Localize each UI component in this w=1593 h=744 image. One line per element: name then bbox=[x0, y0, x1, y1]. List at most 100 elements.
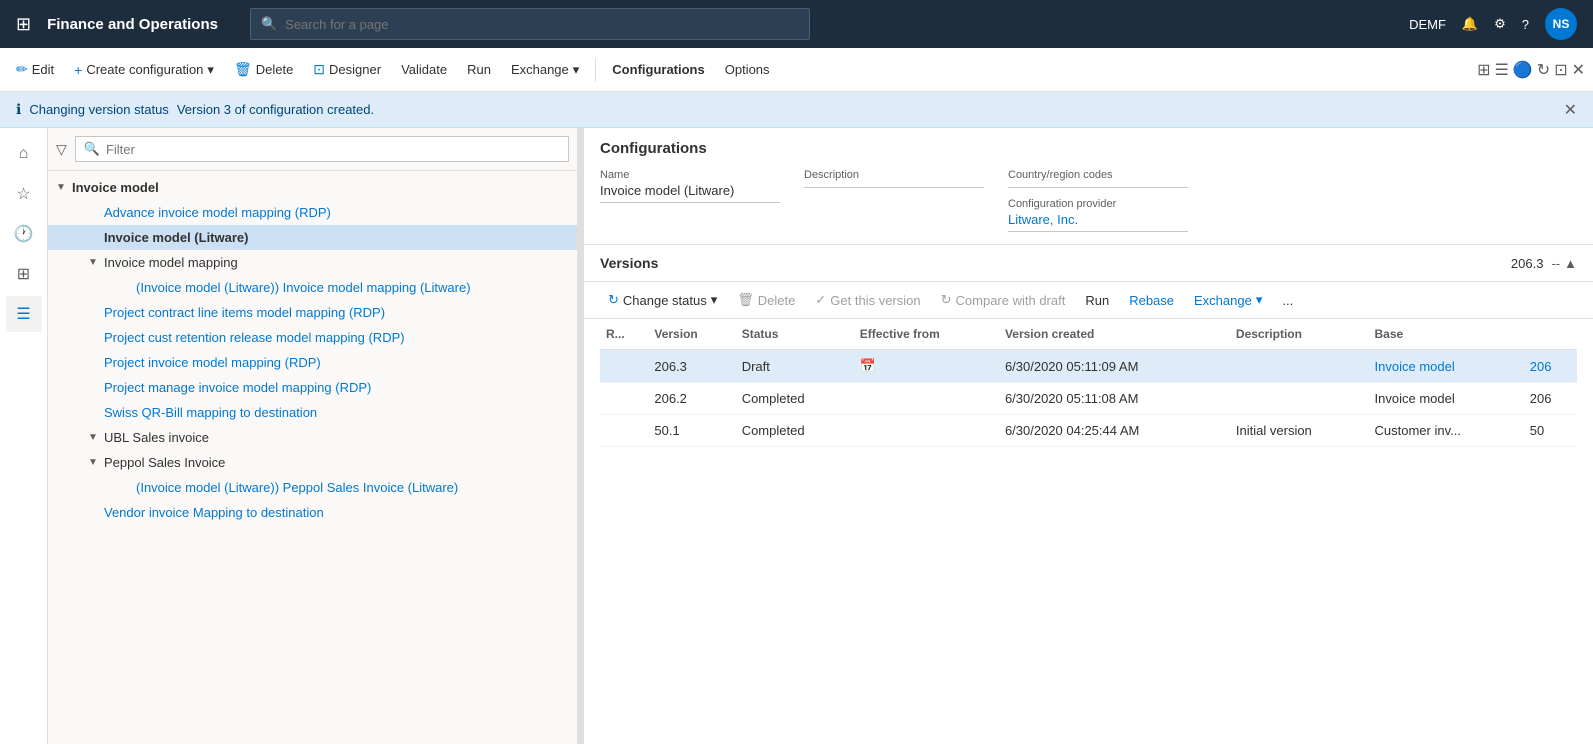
tree-filter-area: ▽ 🔍 bbox=[48, 128, 577, 171]
tree-item-invoice-model[interactable]: ▼ Invoice model bbox=[48, 175, 577, 200]
config-fields: Name Invoice model (Litware) Description… bbox=[600, 169, 1577, 232]
version-nav: -- ▲ bbox=[1551, 256, 1577, 271]
tree-item-advance-inv[interactable]: Advance invoice model mapping (RDP) bbox=[48, 200, 577, 225]
config-provider-label: Configuration provider bbox=[1008, 198, 1188, 210]
versions-delete-icon: 🗑 bbox=[737, 292, 754, 308]
avatar[interactable]: NS bbox=[1545, 8, 1577, 40]
table-row[interactable]: 50.1 Completed 6/30/2020 04:25:44 AM Ini… bbox=[600, 415, 1577, 447]
refresh-icon[interactable]: ↻ bbox=[1537, 60, 1550, 80]
recent-icon[interactable]: 🕐 bbox=[6, 216, 42, 252]
change-status-arrow: ▾ bbox=[711, 292, 718, 308]
workspace-icon[interactable]: ⊞ bbox=[6, 256, 42, 292]
pin-icon[interactable]: ⊞ bbox=[1477, 60, 1490, 80]
version-nav-up-icon[interactable]: ▲ bbox=[1564, 256, 1577, 271]
info-bar: ℹ Changing version status Version 3 of c… bbox=[0, 92, 1593, 128]
change-status-button[interactable]: ↻ Change status ▾ bbox=[600, 288, 725, 312]
tree-item-ubl-sales[interactable]: ▼ UBL Sales invoice bbox=[48, 425, 577, 450]
badge-icon[interactable]: 🔵 bbox=[1513, 60, 1533, 80]
tree-item-project-manage[interactable]: Project manage invoice model mapping (RD… bbox=[48, 375, 577, 400]
expand-icon[interactable]: ☰ bbox=[1495, 60, 1509, 80]
list-icon[interactable]: ☰ bbox=[6, 296, 42, 332]
toggle-inv-model-mapping[interactable]: ▼ bbox=[88, 257, 100, 268]
app-title: Finance and Operations bbox=[47, 16, 218, 33]
version-number: 206.3 bbox=[1511, 256, 1544, 271]
exchange-arrow-icon: ▾ bbox=[573, 62, 580, 78]
tree-item-inv-litware-mapping[interactable]: (Invoice model (Litware)) Invoice model … bbox=[48, 275, 577, 300]
table-row[interactable]: 206.2 Completed 6/30/2020 05:11:08 AM In… bbox=[600, 383, 1577, 415]
more-options-button[interactable]: ... bbox=[1274, 289, 1301, 312]
versions-header: Versions 206.3 -- ▲ bbox=[584, 245, 1593, 282]
create-config-button[interactable]: + Create configuration ▾ bbox=[66, 58, 222, 82]
tree-item-peppol-sales[interactable]: ▼ Peppol Sales Invoice bbox=[48, 450, 577, 475]
base-link-1[interactable]: Invoice model bbox=[1375, 359, 1455, 374]
cell-effective-3 bbox=[854, 415, 999, 447]
base-num-link-1[interactable]: 206 bbox=[1530, 359, 1552, 374]
cell-r-2 bbox=[600, 383, 648, 415]
info-message: Changing version status bbox=[29, 102, 168, 117]
calendar-icon[interactable]: 📅 bbox=[860, 358, 876, 373]
cell-effective-1[interactable]: 📅 bbox=[854, 350, 999, 383]
run-button[interactable]: Run bbox=[459, 58, 499, 81]
versions-run-button[interactable]: Run bbox=[1077, 289, 1117, 312]
tree-item-vendor-inv[interactable]: Vendor invoice Mapping to destination bbox=[48, 500, 577, 525]
cell-status-2: Completed bbox=[736, 383, 854, 415]
designer-button[interactable]: ⊡ Designer bbox=[305, 57, 389, 82]
tree-item-invoice-litware[interactable]: Invoice model (Litware) bbox=[48, 225, 577, 250]
tree-item-swiss-qr[interactable]: Swiss QR-Bill mapping to destination bbox=[48, 400, 577, 425]
exchange-button[interactable]: Exchange ▾ bbox=[503, 58, 587, 82]
config-provider-value[interactable]: Litware, Inc. bbox=[1008, 212, 1188, 232]
cell-basenum-2: 206 bbox=[1524, 383, 1577, 415]
notification-icon[interactable]: 🔔 bbox=[1462, 16, 1478, 32]
tree-item-project-cust[interactable]: Project cust retention release model map… bbox=[48, 325, 577, 350]
inv-litware-mapping-link[interactable]: (Invoice model (Litware)) Invoice model … bbox=[136, 280, 471, 295]
versions-delete-button[interactable]: 🗑 Delete bbox=[729, 288, 803, 312]
filter-input[interactable] bbox=[106, 142, 560, 157]
search-bar[interactable]: 🔍 bbox=[250, 8, 810, 40]
advance-inv-link[interactable]: Advance invoice model mapping (RDP) bbox=[104, 205, 331, 220]
toggle-ubl-sales[interactable]: ▼ bbox=[88, 432, 100, 443]
restore-icon[interactable]: ⊡ bbox=[1554, 60, 1567, 80]
cell-base-1: Invoice model bbox=[1369, 350, 1524, 383]
get-version-button[interactable]: ✓ Get this version bbox=[807, 288, 928, 312]
swiss-qr-link[interactable]: Swiss QR-Bill mapping to destination bbox=[104, 405, 317, 420]
edit-button[interactable]: ✏ Edit bbox=[8, 57, 62, 82]
tree-item-project-contract[interactable]: Project contract line items model mappin… bbox=[48, 300, 577, 325]
peppol-litware-link[interactable]: (Invoice model (Litware)) Peppol Sales I… bbox=[136, 480, 458, 495]
info-close-button[interactable]: ✕ bbox=[1564, 100, 1577, 120]
home-icon[interactable]: ⌂ bbox=[6, 136, 42, 172]
versions-exchange-button[interactable]: Exchange ▾ bbox=[1186, 288, 1270, 312]
favorites-icon[interactable]: ☆ bbox=[6, 176, 42, 212]
vendor-inv-link[interactable]: Vendor invoice Mapping to destination bbox=[104, 505, 324, 520]
compare-icon: ↻ bbox=[941, 292, 952, 308]
compare-draft-button[interactable]: ↻ Compare with draft bbox=[933, 288, 1074, 312]
search-input[interactable] bbox=[285, 17, 799, 32]
tree-item-inv-model-mapping[interactable]: ▼ Invoice model mapping bbox=[48, 250, 577, 275]
app-grid-icon[interactable]: ⊞ bbox=[16, 14, 31, 35]
toggle-peppol-sales[interactable]: ▼ bbox=[88, 457, 100, 468]
toggle-invoice-model[interactable]: ▼ bbox=[56, 182, 68, 193]
project-manage-link[interactable]: Project manage invoice model mapping (RD… bbox=[104, 380, 371, 395]
project-contract-link[interactable]: Project contract line items model mappin… bbox=[104, 305, 385, 320]
table-header-row: R... Version Status Effective from Versi… bbox=[600, 319, 1577, 350]
settings-icon[interactable]: ⚙ bbox=[1494, 16, 1506, 32]
close-toolbar-icon[interactable]: ✕ bbox=[1572, 60, 1585, 80]
toolbar-right-actions: ⊞ ☰ 🔵 ↻ ⊡ ✕ bbox=[1477, 60, 1585, 80]
col-version: Version bbox=[648, 319, 735, 350]
table-row[interactable]: 206.3 Draft 📅 6/30/2020 05:11:09 AM Invo… bbox=[600, 350, 1577, 383]
configurations-button[interactable]: Configurations bbox=[604, 58, 712, 81]
delete-button[interactable]: 🗑 Delete bbox=[226, 57, 301, 82]
tree-item-peppol-litware[interactable]: (Invoice model (Litware)) Peppol Sales I… bbox=[48, 475, 577, 500]
user-label: DEMF bbox=[1409, 17, 1446, 32]
delete-icon: 🗑 bbox=[234, 61, 252, 78]
tree-item-project-invoice[interactable]: Project invoice model mapping (RDP) bbox=[48, 350, 577, 375]
options-button[interactable]: Options bbox=[717, 58, 778, 81]
help-icon[interactable]: ? bbox=[1522, 17, 1529, 32]
col-description: Description bbox=[1230, 319, 1369, 350]
validate-button[interactable]: Validate bbox=[393, 58, 455, 81]
project-cust-link[interactable]: Project cust retention release model map… bbox=[104, 330, 405, 345]
rebase-button[interactable]: Rebase bbox=[1121, 289, 1182, 312]
filter-bar[interactable]: 🔍 bbox=[75, 136, 569, 162]
filter-icon[interactable]: ▽ bbox=[56, 141, 67, 158]
project-invoice-link[interactable]: Project invoice model mapping (RDP) bbox=[104, 355, 321, 370]
cell-status-1: Draft bbox=[736, 350, 854, 383]
